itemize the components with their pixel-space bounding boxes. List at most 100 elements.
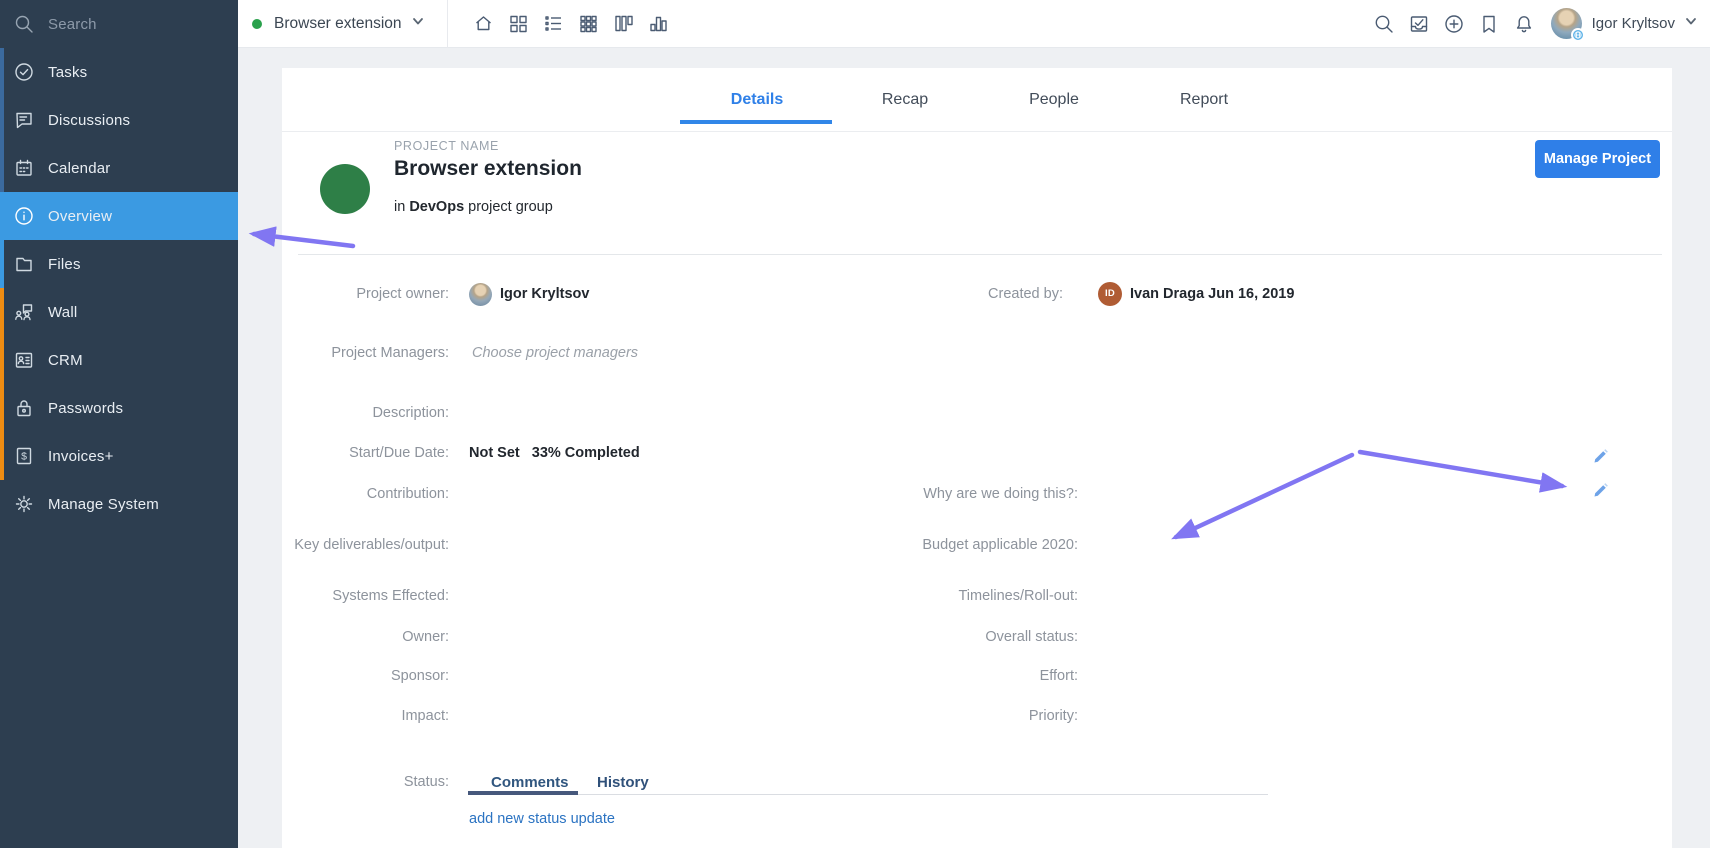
sidebar-item-label: Files bbox=[48, 256, 81, 273]
choose-managers-placeholder[interactable]: Choose project managers bbox=[472, 345, 638, 361]
kanban-columns-icon[interactable] bbox=[612, 12, 636, 36]
field-label: Budget applicable 2020: bbox=[778, 535, 1078, 555]
gear-icon bbox=[12, 492, 36, 516]
project-selector[interactable]: Browser extension bbox=[238, 0, 425, 47]
project-group: in DevOps project group bbox=[394, 199, 553, 215]
sidebar-item-search[interactable]: Search bbox=[0, 0, 238, 48]
tab-comments[interactable]: Comments bbox=[491, 774, 569, 791]
user-menu[interactable]: Igor Kryltsov bbox=[1551, 8, 1698, 39]
grid-2x2-icon[interactable] bbox=[507, 12, 531, 36]
tab-people[interactable]: People bbox=[994, 68, 1114, 132]
field-label: Created by: bbox=[778, 284, 1063, 304]
manage-project-button[interactable]: Manage Project bbox=[1535, 140, 1660, 178]
sidebar-item-calendar[interactable]: Calendar bbox=[0, 144, 238, 192]
invoice-dollar-icon: $ bbox=[12, 444, 36, 468]
completed-percent: 33% Completed bbox=[532, 443, 640, 463]
sidebar-item-manage-system[interactable]: Manage System bbox=[0, 480, 238, 528]
sidebar-item-wall[interactable]: Wall bbox=[0, 288, 238, 336]
globe-badge-icon bbox=[1571, 28, 1585, 42]
active-tab-underline bbox=[680, 120, 832, 124]
sidebar-item-crm[interactable]: CRM bbox=[0, 336, 238, 384]
discussions-icon bbox=[12, 108, 36, 132]
plus-circle-icon[interactable] bbox=[1443, 13, 1465, 35]
sidebar-item-label: Discussions bbox=[48, 112, 130, 129]
detail-row-systems: Systems Effected: Timelines/Roll-out: bbox=[282, 584, 1672, 608]
detail-row-owner2: Owner: Overall status: bbox=[282, 625, 1672, 649]
field-label: Impact: bbox=[282, 706, 449, 726]
topbar-actions: Igor Kryltsov bbox=[1360, 8, 1710, 39]
group-prefix: in bbox=[394, 199, 409, 215]
field-label: Priority: bbox=[778, 706, 1078, 726]
detail-row-startdue: Start/Due Date: Not Set33% Completed bbox=[282, 441, 1672, 465]
sidebar-item-invoices[interactable]: $ Invoices+ bbox=[0, 432, 238, 480]
bookmark-icon[interactable] bbox=[1478, 13, 1500, 35]
inbox-check-icon[interactable] bbox=[1408, 13, 1430, 35]
folder-icon bbox=[12, 252, 36, 276]
detail-row-deliverables: Key deliverables/output: Budget applicab… bbox=[282, 533, 1672, 557]
sidebar: Search Tasks Discussions Calendar Overvi… bbox=[0, 0, 238, 848]
topbar-divider bbox=[447, 0, 448, 48]
sidebar-item-label: Calendar bbox=[48, 160, 110, 177]
tab-report[interactable]: Report bbox=[1144, 68, 1264, 132]
sidebar-item-overview[interactable]: Overview bbox=[0, 192, 238, 240]
project-tabs: Details Recap People Report bbox=[282, 68, 1672, 132]
search-icon[interactable] bbox=[1373, 13, 1395, 35]
field-label: Start/Due Date: bbox=[282, 443, 449, 463]
detail-row-sponsor: Sponsor: Effort: bbox=[282, 664, 1672, 688]
edit-pencil-icon[interactable] bbox=[1593, 447, 1610, 464]
field-label: Overall status: bbox=[778, 627, 1078, 647]
add-status-update-link[interactable]: add new status update bbox=[469, 811, 615, 827]
field-label: Description: bbox=[282, 403, 449, 423]
grid-3x3-icon[interactable] bbox=[577, 12, 601, 36]
detail-row-managers: Project Managers: Choose project manager… bbox=[282, 341, 1672, 365]
detail-row-impact: Impact: Priority: bbox=[282, 704, 1672, 728]
tab-history[interactable]: History bbox=[597, 774, 649, 791]
svg-text:$: $ bbox=[21, 451, 27, 463]
startdue-value: Not Set33% Completed bbox=[469, 443, 640, 463]
chevron-down-icon bbox=[1684, 14, 1698, 33]
wall-icon bbox=[12, 300, 36, 324]
project-color-circle bbox=[320, 164, 370, 214]
owner-name: Igor Kryltsov bbox=[500, 284, 589, 304]
field-label: Why are we doing this?: bbox=[778, 484, 1078, 504]
header-divider bbox=[298, 254, 1662, 255]
search-icon bbox=[12, 12, 36, 36]
sidebar-item-discussions[interactable]: Discussions bbox=[0, 96, 238, 144]
app-window: Search Tasks Discussions Calendar Overvi… bbox=[0, 0, 1710, 848]
contact-card-icon bbox=[12, 348, 36, 372]
project-status-dot bbox=[252, 19, 262, 29]
project-owner-value: Igor Kryltsov bbox=[469, 283, 589, 306]
sidebar-item-passwords[interactable]: Passwords bbox=[0, 384, 238, 432]
tab-recap[interactable]: Recap bbox=[845, 68, 965, 132]
list-view-icon[interactable] bbox=[542, 12, 566, 36]
home-icon[interactable] bbox=[472, 12, 496, 36]
field-label: Sponsor: bbox=[282, 666, 449, 686]
bar-chart-icon[interactable] bbox=[647, 12, 671, 36]
sidebar-item-label: Overview bbox=[48, 208, 112, 225]
project-details-card: Details Recap People Report PROJECT NAME… bbox=[282, 68, 1672, 848]
padlock-icon bbox=[12, 396, 36, 420]
field-label: Systems Effected: bbox=[282, 586, 449, 606]
comments-tab-underline bbox=[468, 791, 578, 795]
tasks-icon bbox=[12, 60, 36, 84]
sidebar-item-label: Wall bbox=[48, 304, 77, 321]
field-label: Owner: bbox=[282, 627, 449, 647]
field-label: Contribution: bbox=[282, 484, 449, 504]
edit-pencil-icon[interactable] bbox=[1593, 481, 1610, 498]
calendar-icon bbox=[12, 156, 36, 180]
sidebar-item-label: Search bbox=[48, 16, 97, 33]
group-suffix: project group bbox=[464, 199, 553, 215]
created-by-name: Ivan Draga Jun 16, 2019 bbox=[1130, 284, 1294, 304]
field-label: Timelines/Roll-out: bbox=[778, 586, 1078, 606]
field-label: Status: bbox=[282, 772, 449, 792]
user-name: Igor Kryltsov bbox=[1592, 15, 1675, 32]
sidebar-item-files[interactable]: Files bbox=[0, 240, 238, 288]
field-label: Project owner: bbox=[282, 284, 449, 304]
user-avatar bbox=[1551, 8, 1582, 39]
group-name: DevOps bbox=[409, 199, 464, 215]
sidebar-item-label: Tasks bbox=[48, 64, 87, 81]
bell-icon[interactable] bbox=[1513, 13, 1535, 35]
sidebar-item-tasks[interactable]: Tasks bbox=[0, 48, 238, 96]
initials-badge: ID bbox=[1098, 282, 1122, 306]
project-name-label: PROJECT NAME bbox=[394, 139, 499, 153]
